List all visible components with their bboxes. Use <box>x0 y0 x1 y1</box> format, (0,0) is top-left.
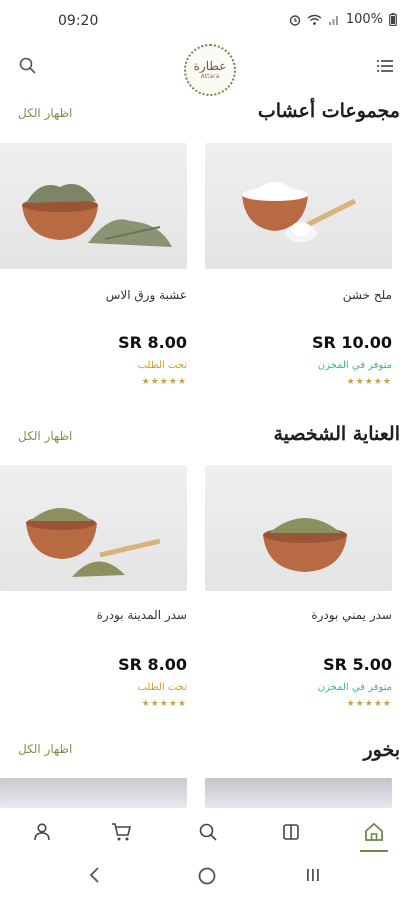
battery-icon <box>389 13 397 26</box>
tab-account[interactable] <box>22 808 62 856</box>
logo-text: عطارة <box>193 59 227 73</box>
tab-cart[interactable] <box>102 808 142 856</box>
tab-home[interactable] <box>354 808 394 856</box>
product-name[interactable]: ملح خشن <box>210 288 392 302</box>
logo-subtext: Attara <box>200 73 220 80</box>
product-price: SR 5.00 <box>323 655 392 674</box>
product-price: SR 8.00 <box>118 655 187 674</box>
menu-button[interactable] <box>376 58 396 76</box>
battery-percent: 100% <box>345 12 383 27</box>
nav-home-button[interactable] <box>197 866 219 888</box>
cart-icon <box>112 823 132 841</box>
section-title-incense: بخور <box>363 739 400 761</box>
active-tab-indicator <box>360 850 388 852</box>
recents-icon <box>307 869 319 881</box>
alarm-icon <box>289 14 301 26</box>
product-image-coarse-salt[interactable] <box>205 143 392 269</box>
product-price: SR 8.00 <box>118 333 187 352</box>
rating-stars: ★★★★★ <box>141 699 187 709</box>
product-name[interactable]: سدر المدينة بودرة <box>5 608 187 622</box>
product-name[interactable]: عشبة ورق الاس <box>5 288 187 302</box>
stock-status-on-order: تحت الطلب <box>137 682 187 693</box>
product-image-incense[interactable] <box>0 778 187 808</box>
nav-back-button[interactable] <box>88 866 108 888</box>
brand-logo[interactable]: عطارة Attara <box>184 44 236 96</box>
status-bar: 09:20 100% <box>0 0 415 44</box>
circle-home-icon <box>198 867 216 885</box>
product-image-yemeni-sidr-powder[interactable] <box>205 465 392 591</box>
product-name[interactable]: سدر يمني بودرة <box>210 608 392 622</box>
rating-stars: ★★★★★ <box>346 377 392 387</box>
product-image-incense[interactable] <box>205 778 392 808</box>
wifi-icon <box>307 14 322 25</box>
status-icons: 100% <box>289 12 397 27</box>
product-price: SR 10.00 <box>311 333 392 352</box>
nav-recents-button[interactable] <box>304 866 326 888</box>
show-all-herbs-link[interactable]: اظهار الكل <box>18 106 72 120</box>
tab-catalog[interactable] <box>271 808 311 856</box>
stock-status-in-stock: متوفر في المخزن <box>317 682 392 693</box>
book-icon <box>283 824 299 840</box>
system-nav-bar <box>0 856 415 900</box>
product-image-myrtle-leaves[interactable] <box>0 143 187 269</box>
home-icon <box>365 822 383 841</box>
rating-stars: ★★★★★ <box>141 377 187 387</box>
search-icon <box>199 823 217 841</box>
search-icon <box>19 57 36 74</box>
product-image-madina-sidr-powder[interactable] <box>0 465 187 591</box>
rating-stars: ★★★★★ <box>346 699 392 709</box>
stock-status-on-order: تحت الطلب <box>137 360 187 371</box>
status-time: 09:20 <box>58 13 99 29</box>
user-icon <box>34 823 50 841</box>
bottom-tab-bar <box>0 808 415 860</box>
signal-icon <box>328 15 338 25</box>
tab-search[interactable] <box>188 808 228 856</box>
search-button[interactable] <box>18 56 40 78</box>
section-title-herbs: مجموعات أعشاب <box>257 100 400 122</box>
show-all-incense-link[interactable]: اظهار الكل <box>18 742 72 756</box>
show-all-personal-care-link[interactable]: اظهار الكل <box>18 429 72 443</box>
menu-grid-icon <box>377 60 393 72</box>
section-title-personal-care: العناية الشخصية <box>273 423 400 445</box>
stock-status-in-stock: متوفر في المخزن <box>317 360 392 371</box>
back-chevron-icon <box>89 867 99 883</box>
